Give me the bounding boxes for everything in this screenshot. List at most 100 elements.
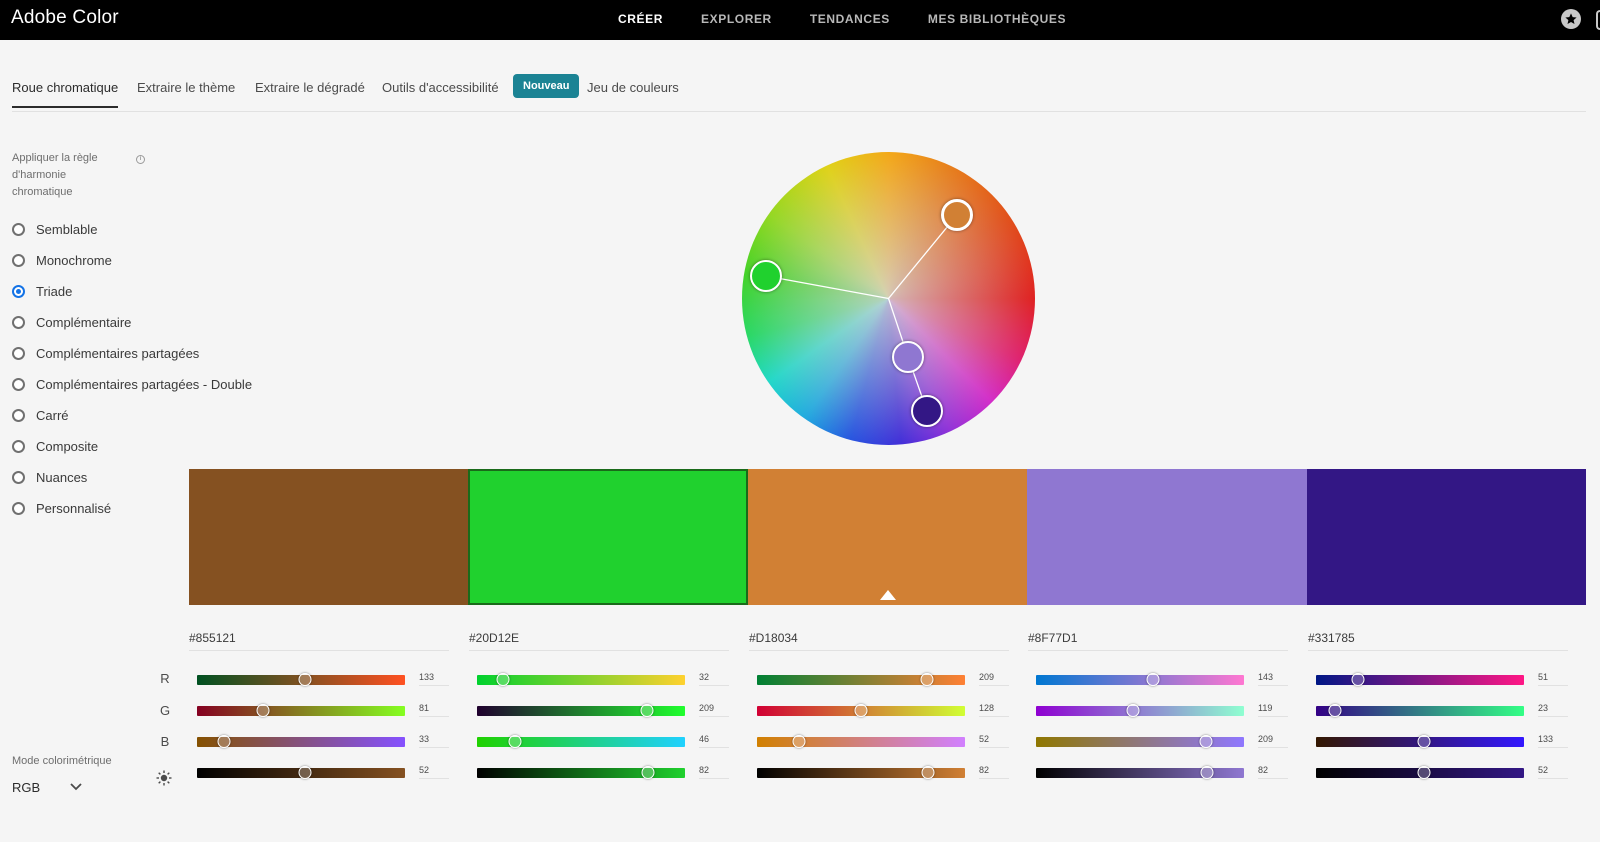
slider-g[interactable] xyxy=(197,704,405,717)
nav-explore[interactable]: EXPLORER xyxy=(701,12,772,26)
value-input-g[interactable]: 119 xyxy=(1258,703,1288,717)
value-input-r[interactable]: 32 xyxy=(699,672,729,686)
wheel-handle-base[interactable] xyxy=(941,199,973,231)
slider-brightness[interactable] xyxy=(477,766,685,779)
slider-b[interactable] xyxy=(1036,735,1244,748)
slider-brightness[interactable] xyxy=(197,766,405,779)
slider-r[interactable] xyxy=(477,673,685,686)
hex-value-input[interactable]: #855121 xyxy=(189,631,449,649)
slider-g[interactable] xyxy=(1036,704,1244,717)
slider-handle[interactable] xyxy=(217,735,231,748)
slider-b[interactable] xyxy=(197,735,405,748)
harmony-option-custom[interactable]: Personnalisé xyxy=(12,499,111,517)
slider-handle[interactable] xyxy=(920,673,934,686)
swatch-1[interactable] xyxy=(189,469,469,605)
color-wheel[interactable] xyxy=(742,152,1035,445)
slider-r[interactable] xyxy=(1316,673,1524,686)
tab-accessibility-tools[interactable]: Outils d'accessibilité xyxy=(382,80,499,95)
value-input-brightness[interactable]: 52 xyxy=(1538,765,1568,779)
value-input-b[interactable]: 133 xyxy=(1538,734,1568,748)
slider-handle[interactable] xyxy=(854,704,868,717)
value-input-r[interactable]: 51 xyxy=(1538,672,1568,686)
value-input-r[interactable]: 209 xyxy=(979,672,1009,686)
value-input-b[interactable]: 52 xyxy=(979,734,1009,748)
harmony-option-square[interactable]: Carré xyxy=(12,406,69,424)
slider-handle[interactable] xyxy=(1126,704,1140,717)
slider-handle[interactable] xyxy=(1199,735,1213,748)
slider-handle[interactable] xyxy=(921,766,935,779)
slider-handle[interactable] xyxy=(1328,704,1342,717)
slider-handle[interactable] xyxy=(496,673,510,686)
hex-value-input[interactable]: #20D12E xyxy=(469,631,729,649)
harmony-option-triad[interactable]: Triade xyxy=(12,282,72,300)
slider-r[interactable] xyxy=(757,673,965,686)
tab-color-game[interactable]: Jeu de couleurs xyxy=(587,80,679,95)
tab-extract-gradient[interactable]: Extraire le dégradé xyxy=(255,80,365,95)
slider-g[interactable] xyxy=(477,704,685,717)
slider-brightness[interactable] xyxy=(1036,766,1244,779)
hex-value-input[interactable]: #D18034 xyxy=(749,631,1009,649)
slider-handle[interactable] xyxy=(1146,673,1160,686)
tab-color-wheel[interactable]: Roue chromatique xyxy=(12,80,119,108)
harmony-option-analogous[interactable]: Semblable xyxy=(12,220,97,238)
wheel-handle-indigo[interactable] xyxy=(911,395,943,427)
harmony-option-split-complementary[interactable]: Complémentaires partagées xyxy=(12,344,199,362)
value-input-g[interactable]: 128 xyxy=(979,703,1009,717)
swatch-5[interactable] xyxy=(1306,469,1587,605)
value-input-g[interactable]: 209 xyxy=(699,703,729,717)
slider-handle[interactable] xyxy=(298,766,312,779)
harmony-option-shades[interactable]: Nuances xyxy=(12,468,87,486)
harmony-option-compound[interactable]: Composite xyxy=(12,437,98,455)
value-input-brightness[interactable]: 82 xyxy=(1258,765,1288,779)
slider-handle[interactable] xyxy=(1351,673,1365,686)
slider-brightness[interactable] xyxy=(1316,766,1524,779)
slider-handle[interactable] xyxy=(641,766,655,779)
value-input-brightness[interactable]: 82 xyxy=(979,765,1009,779)
slider-brightness[interactable] xyxy=(757,766,965,779)
slider-r[interactable] xyxy=(197,673,405,686)
slider-handle[interactable] xyxy=(256,704,270,717)
value-input-r[interactable]: 143 xyxy=(1258,672,1288,686)
slider-handle[interactable] xyxy=(1417,735,1431,748)
app-brand[interactable]: Adobe Color xyxy=(11,7,119,29)
slider-b[interactable] xyxy=(757,735,965,748)
wheel-handle-green[interactable] xyxy=(750,260,782,292)
hex-value-input[interactable]: #8F77D1 xyxy=(1028,631,1288,649)
color-wheel-disc[interactable] xyxy=(742,152,1035,445)
slider-handle[interactable] xyxy=(508,735,522,748)
hex-value-input[interactable]: #331785 xyxy=(1308,631,1568,649)
slider-handle[interactable] xyxy=(640,704,654,717)
value-input-g[interactable]: 23 xyxy=(1538,703,1568,717)
slider-g[interactable] xyxy=(757,704,965,717)
value-input-b[interactable]: 46 xyxy=(699,734,729,748)
harmony-option-double-split-complementary[interactable]: Complémentaires partagées - Double xyxy=(12,375,252,393)
swatch-4[interactable] xyxy=(1027,469,1307,605)
slider-b[interactable] xyxy=(1316,735,1524,748)
slider-handle[interactable] xyxy=(298,673,312,686)
profile-avatar-edge[interactable] xyxy=(1596,10,1600,30)
swatch-2[interactable] xyxy=(468,469,748,605)
value-input-g[interactable]: 81 xyxy=(419,703,449,717)
favorites-star-icon[interactable] xyxy=(1561,9,1581,29)
harmony-option-monochromatic[interactable]: Monochrome xyxy=(12,251,112,269)
nav-libraries[interactable]: MES BIBLIOTHÈQUES xyxy=(928,12,1066,26)
value-input-brightness[interactable]: 52 xyxy=(419,765,449,779)
slider-g[interactable] xyxy=(1316,704,1524,717)
swatch-3[interactable] xyxy=(747,469,1028,605)
tab-extract-theme[interactable]: Extraire le thème xyxy=(137,80,235,95)
slider-b[interactable] xyxy=(477,735,685,748)
slider-handle[interactable] xyxy=(792,735,806,748)
color-mode-select[interactable]: RGB xyxy=(12,777,82,797)
nav-create[interactable]: CRÉER xyxy=(618,12,663,26)
info-icon[interactable]: i xyxy=(136,155,145,164)
slider-r[interactable] xyxy=(1036,673,1244,686)
value-input-brightness[interactable]: 82 xyxy=(699,765,729,779)
slider-handle[interactable] xyxy=(1200,766,1214,779)
value-input-b[interactable]: 209 xyxy=(1258,734,1288,748)
nav-trends[interactable]: TENDANCES xyxy=(810,12,890,26)
value-input-b[interactable]: 33 xyxy=(419,734,449,748)
wheel-handle-lavender[interactable] xyxy=(892,341,924,373)
slider-handle[interactable] xyxy=(1417,766,1431,779)
value-input-r[interactable]: 133 xyxy=(419,672,449,686)
harmony-option-complementary[interactable]: Complémentaire xyxy=(12,313,131,331)
